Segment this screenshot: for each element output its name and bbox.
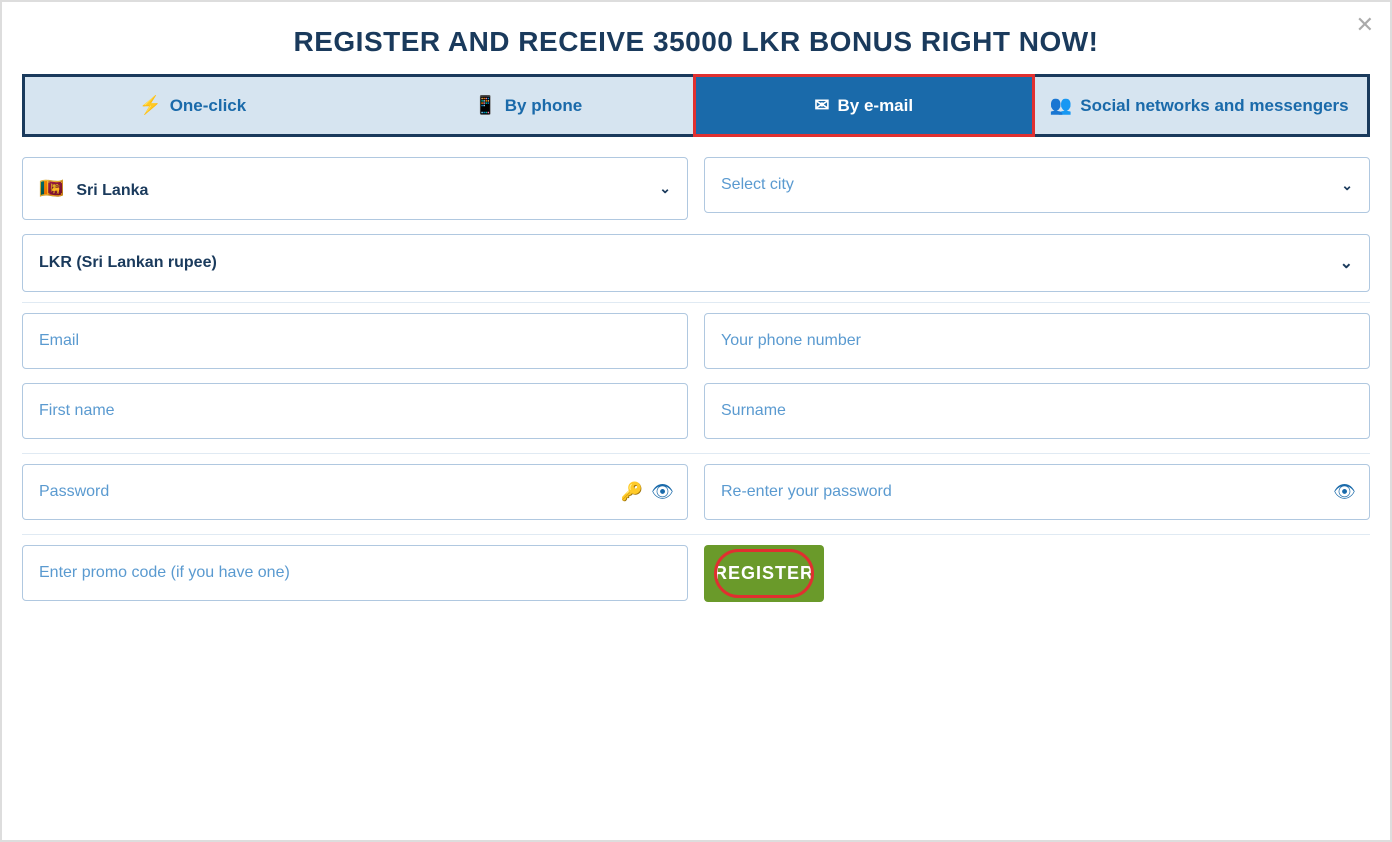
page-title: REGISTER AND RECEIVE 35000 LKR BONUS RIG…	[2, 2, 1390, 74]
password-wrapper: 🔑 👁︎	[22, 464, 688, 520]
password-row: 🔑 👁︎ 👁︎	[22, 464, 1370, 520]
city-select[interactable]: Select city ⌄	[704, 157, 1370, 213]
currency-row: LKR (Sri Lankan rupee) ⌄	[22, 234, 1370, 292]
social-icon: 👥	[1050, 95, 1072, 116]
tab-social[interactable]: 👥 Social networks and messengers	[1032, 77, 1368, 134]
password-input[interactable]	[22, 464, 688, 520]
currency-value: LKR (Sri Lankan rupee)	[39, 254, 217, 272]
close-button[interactable]: ✕	[1356, 12, 1374, 38]
currency-chevron-icon: ⌄	[1340, 253, 1353, 273]
tab-one-click[interactable]: ⚡ One-click	[25, 77, 361, 134]
tabs-bar: ⚡ One-click 📱 By phone ✉ By e-mail 👥 Soc…	[22, 74, 1370, 137]
repassword-icons: 👁︎	[1333, 482, 1356, 503]
repassword-col: 👁︎	[704, 464, 1370, 520]
surname-input[interactable]	[704, 383, 1370, 439]
email-phone-row	[22, 313, 1370, 369]
tab-by-email[interactable]: ✉ By e-mail	[693, 74, 1035, 137]
separator-2	[22, 453, 1370, 454]
country-display: 🇱🇰 Sri Lanka	[39, 176, 148, 201]
phone-input[interactable]	[704, 313, 1370, 369]
country-select[interactable]: 🇱🇰 Sri Lanka ⌄	[22, 157, 688, 220]
country-value: Sri Lanka	[76, 182, 148, 199]
country-flag: 🇱🇰	[39, 178, 64, 200]
tab-by-email-label: By e-mail	[838, 96, 914, 116]
city-chevron-icon: ⌄	[1341, 177, 1353, 194]
show-repassword-icon[interactable]: 👁︎	[1333, 482, 1356, 503]
email-input[interactable]	[22, 313, 688, 369]
separator-1	[22, 302, 1370, 303]
show-password-icon[interactable]: 👁︎	[651, 482, 674, 503]
tab-by-phone-label: By phone	[505, 96, 582, 116]
modal: ✕ REGISTER AND RECEIVE 35000 LKR BONUS R…	[0, 0, 1392, 842]
password-icons: 🔑 👁︎	[621, 482, 674, 503]
repassword-input[interactable]	[704, 464, 1370, 520]
promo-register-row: REGISTER	[22, 545, 1370, 602]
register-button[interactable]: REGISTER	[704, 545, 824, 602]
tab-social-label: Social networks and messengers	[1080, 96, 1348, 116]
promo-col	[22, 545, 688, 602]
currency-select[interactable]: LKR (Sri Lankan rupee) ⌄	[22, 234, 1370, 292]
register-col: REGISTER	[704, 545, 1370, 602]
city-col: Select city ⌄	[704, 157, 1370, 220]
tab-by-phone[interactable]: 📱 By phone	[361, 77, 697, 134]
country-chevron-icon: ⌄	[659, 180, 671, 197]
country-city-row: 🇱🇰 Sri Lanka ⌄ Select city ⌄	[22, 157, 1370, 220]
key-icon: 🔑	[621, 482, 643, 503]
city-placeholder: Select city	[721, 176, 794, 194]
firstname-col	[22, 383, 688, 439]
separator-3	[22, 534, 1370, 535]
country-col: 🇱🇰 Sri Lanka ⌄	[22, 157, 688, 220]
tab-one-click-label: One-click	[170, 96, 247, 116]
name-row	[22, 383, 1370, 439]
email-icon: ✉	[814, 95, 829, 116]
email-col	[22, 313, 688, 369]
firstname-input[interactable]	[22, 383, 688, 439]
repassword-wrapper: 👁︎	[704, 464, 1370, 520]
surname-col	[704, 383, 1370, 439]
phone-icon: 📱	[474, 95, 496, 116]
promo-input[interactable]	[22, 545, 688, 601]
password-col: 🔑 👁︎	[22, 464, 688, 520]
lightning-icon: ⚡	[139, 95, 161, 116]
form-area: 🇱🇰 Sri Lanka ⌄ Select city ⌄ LKR (Sri La…	[2, 137, 1390, 632]
phone-col	[704, 313, 1370, 369]
